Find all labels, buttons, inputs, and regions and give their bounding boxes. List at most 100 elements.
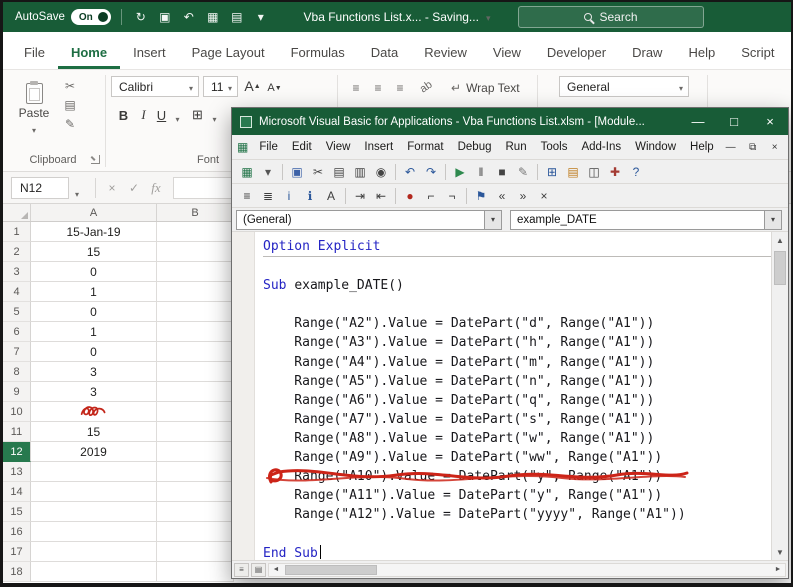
cell-A12[interactable]: 2019 [31, 442, 157, 462]
format-painter-button[interactable]: ✎ [61, 116, 79, 132]
indent-icon[interactable]: ⇥ [350, 186, 370, 205]
cell-A11[interactable]: 15 [31, 422, 157, 442]
font-size-combobox[interactable]: 11 [203, 76, 238, 97]
complete-word-icon[interactable]: A [321, 186, 341, 205]
find-icon[interactable]: ◉ [371, 162, 391, 181]
tab-data[interactable]: Data [358, 35, 411, 69]
font-name-combobox[interactable]: Calibri [111, 76, 199, 97]
code-line[interactable]: Range("A11").Value = DatePart("y", Range… [263, 486, 788, 505]
break-icon[interactable]: ‖ [471, 162, 491, 181]
vba-maximize-button[interactable]: □ [716, 108, 752, 135]
child-minimize-button[interactable]: — [721, 138, 741, 156]
cell-A15[interactable] [31, 502, 157, 522]
row-header-13[interactable]: 13 [3, 462, 31, 482]
code-line[interactable]: Range("A2").Value = DatePart("d", Range(… [263, 314, 788, 333]
object-browser-icon[interactable]: ◫ [584, 162, 604, 181]
underline-caret-icon[interactable] [169, 110, 186, 128]
menu-tools[interactable]: Tools [534, 137, 575, 157]
row-header-4[interactable]: 4 [3, 282, 31, 302]
menu-debug[interactable]: Debug [451, 137, 499, 157]
code-margin-bar[interactable] [232, 232, 255, 560]
outdent-icon[interactable]: ⇤ [371, 186, 391, 205]
table-icon[interactable]: ▦ [204, 8, 222, 26]
row-header-12[interactable]: 12 [3, 442, 31, 462]
cell-B18[interactable] [157, 562, 234, 582]
list-constants-icon[interactable]: ≣ [258, 186, 278, 205]
cut-icon[interactable]: ✂ [308, 162, 328, 181]
row-header-7[interactable]: 7 [3, 342, 31, 362]
scroll-down-arrow-icon[interactable] [772, 544, 788, 560]
full-module-view-button[interactable]: ▤ [251, 563, 266, 577]
cell-B10[interactable] [157, 402, 234, 422]
menu-format[interactable]: Format [400, 137, 450, 157]
customize-toolbar-icon[interactable]: ▾ [252, 8, 270, 26]
notebook-icon[interactable]: ▤ [228, 8, 246, 26]
bold-button[interactable]: B [115, 106, 132, 124]
align-bottom-button[interactable]: ≡ [391, 80, 409, 96]
toolbox-icon[interactable]: ✚ [605, 162, 625, 181]
code-line[interactable]: Range("A10").Value = DatePart("y", Range… [263, 467, 788, 486]
code-line[interactable]: Range("A9").Value = DatePart("ww", Range… [263, 448, 788, 467]
cell-A14[interactable] [31, 482, 157, 502]
vba-close-button[interactable]: × [752, 108, 788, 135]
tab-insert[interactable]: Insert [120, 35, 179, 69]
cell-B8[interactable] [157, 362, 234, 382]
select-all-corner[interactable] [3, 204, 31, 221]
save-icon[interactable]: ▣ [156, 8, 174, 26]
menu-view[interactable]: View [319, 137, 358, 157]
scroll-up-arrow-icon[interactable] [772, 232, 788, 248]
row-header-16[interactable]: 16 [3, 522, 31, 542]
list-properties-icon[interactable]: ≡ [237, 186, 257, 205]
cell-B12[interactable] [157, 442, 234, 462]
menu-help[interactable]: Help [683, 137, 721, 157]
quick-info-icon[interactable]: i [279, 186, 299, 205]
name-box[interactable]: N12 [11, 177, 69, 199]
cancel-button[interactable]: × [103, 180, 121, 196]
design-mode-icon[interactable]: ✎ [513, 162, 533, 181]
code-pane[interactable]: Option Explicit Sub example_DATE() Range… [255, 232, 788, 560]
next-bookmark-icon[interactable]: » [513, 186, 533, 205]
enter-button[interactable]: ✓ [125, 180, 143, 196]
scroll-left-arrow-icon[interactable] [269, 564, 283, 576]
column-header-A[interactable]: A [31, 204, 157, 221]
cell-A7[interactable]: 0 [31, 342, 157, 362]
vertical-scrollbar-thumb[interactable] [774, 251, 786, 285]
cell-A2[interactable]: 15 [31, 242, 157, 262]
autosave-toggle[interactable]: On [71, 9, 111, 25]
copy-icon[interactable]: ▤ [329, 162, 349, 181]
row-header-6[interactable]: 6 [3, 322, 31, 342]
cell-B2[interactable] [157, 242, 234, 262]
tab-help[interactable]: Help [675, 35, 728, 69]
cell-A17[interactable] [31, 542, 157, 562]
previous-bookmark-icon[interactable]: « [492, 186, 512, 205]
cell-A18[interactable] [31, 562, 157, 582]
sync-icon[interactable]: ↻ [132, 8, 150, 26]
comment-block-icon[interactable]: ⌐ [421, 186, 441, 205]
menu-insert[interactable]: Insert [357, 137, 400, 157]
cell-B7[interactable] [157, 342, 234, 362]
view-host-app-icon[interactable]: ▦ [237, 162, 257, 181]
row-header-10[interactable]: 10 [3, 402, 31, 422]
menu-edit[interactable]: Edit [285, 137, 319, 157]
row-header-8[interactable]: 8 [3, 362, 31, 382]
cell-B5[interactable] [157, 302, 234, 322]
shrink-font-button[interactable]: A▼ [266, 79, 283, 97]
row-header-1[interactable]: 1 [3, 222, 31, 242]
cell-B16[interactable] [157, 522, 234, 542]
cell-A6[interactable]: 1 [31, 322, 157, 342]
toggle-bookmark-icon[interactable]: ⚑ [471, 186, 491, 205]
save-icon[interactable]: ▣ [287, 162, 307, 181]
undo-icon[interactable]: ↶ [400, 162, 420, 181]
wrap-text-button[interactable]: ↵ Wrap Text [451, 81, 520, 95]
code-line[interactable]: Sub example_DATE() [263, 276, 788, 295]
procedure-view-button[interactable]: ≡ [234, 563, 249, 577]
paste-icon[interactable]: ▥ [350, 162, 370, 181]
borders-caret-icon[interactable] [206, 110, 223, 128]
code-line[interactable]: Range("A6").Value = DatePart("q", Range(… [263, 391, 788, 410]
code-line[interactable]: Range("A5").Value = DatePart("n", Range(… [263, 372, 788, 391]
project-explorer-icon[interactable]: ⊞ [542, 162, 562, 181]
horizontal-scrollbar-thumb[interactable] [285, 565, 377, 575]
borders-button[interactable]: ⊞ [189, 106, 206, 124]
row-header-11[interactable]: 11 [3, 422, 31, 442]
column-header-B[interactable]: B [157, 204, 234, 221]
